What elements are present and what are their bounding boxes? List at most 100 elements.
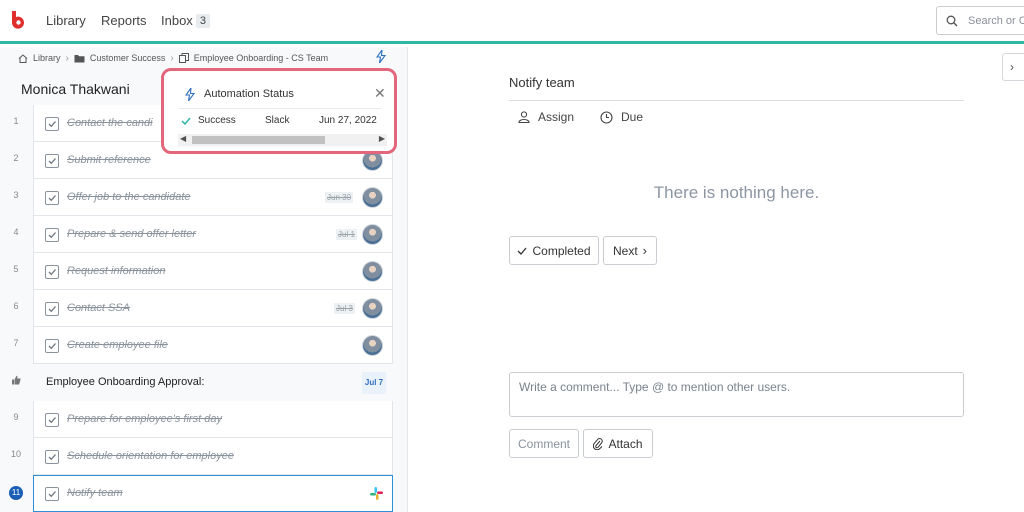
- comment-placeholder: Write a comment... Type @ to mention oth…: [519, 380, 791, 394]
- task-title[interactable]: Employee Onboarding Approval:: [46, 376, 204, 388]
- comment-input[interactable]: Write a comment... Type @ to mention oth…: [509, 372, 964, 417]
- due-date-badge: Jul 7: [362, 372, 386, 394]
- avatar[interactable]: [362, 335, 383, 356]
- check-icon: [48, 195, 56, 202]
- breadcrumb: Library › Customer Success › Employee On…: [18, 51, 328, 65]
- automation-date: Jun 27, 2022: [319, 115, 377, 126]
- task-row[interactable]: 10 Schedule orientation for employee: [0, 438, 408, 475]
- search-input[interactable]: Search or C: [936, 6, 1024, 35]
- completed-label: Completed: [532, 243, 591, 258]
- active-step-badge: 11: [9, 486, 23, 500]
- check-icon: [48, 232, 56, 239]
- task-title[interactable]: Offer job to the candidate: [67, 191, 191, 203]
- approval-task-row[interactable]: Employee Onboarding Approval: Jul 7: [0, 364, 408, 401]
- task-title[interactable]: Request information: [67, 265, 165, 277]
- task-checkbox[interactable]: [45, 265, 59, 279]
- task-number: 1: [13, 116, 19, 126]
- app-logo[interactable]: [10, 11, 25, 29]
- popover-title: Automation Status: [204, 88, 294, 100]
- task-title[interactable]: Prepare for employee's first day: [67, 413, 222, 425]
- folder-icon: [74, 54, 85, 62]
- automation-app: Slack: [265, 115, 290, 126]
- task-checkbox[interactable]: [45, 450, 59, 464]
- due-button[interactable]: Due: [600, 110, 643, 124]
- task-checkbox[interactable]: [45, 487, 59, 501]
- empty-state-text: There is nothing here.: [653, 183, 820, 202]
- check-icon: [48, 343, 56, 350]
- automation-status-popover: Automation Status ✕ Success Slack Jun 27…: [161, 68, 397, 154]
- attach-button[interactable]: Attach: [583, 429, 653, 458]
- task-number: 4: [13, 227, 19, 237]
- nav-inbox[interactable]: Inbox 3: [161, 13, 210, 28]
- scroll-left-icon[interactable]: ◀: [180, 134, 186, 143]
- check-icon: [48, 417, 56, 424]
- task-row[interactable]: 5 Request information: [0, 253, 408, 290]
- horizontal-scrollbar[interactable]: ◀ ▶: [178, 134, 387, 146]
- task-title[interactable]: Notify team: [509, 75, 575, 90]
- task-row[interactable]: 11 Notify team: [0, 475, 408, 512]
- comment-button-label: Comment: [517, 436, 570, 451]
- task-row[interactable]: 7 Create employee file: [0, 327, 408, 364]
- task-number: 3: [13, 190, 19, 200]
- copy-icon: [178, 53, 189, 63]
- task-row[interactable]: 4 Prepare & send offer letter Jul 1: [0, 216, 408, 253]
- avatar[interactable]: [362, 298, 383, 319]
- automation-bolt-icon[interactable]: [376, 50, 386, 63]
- task-title[interactable]: Prepare & send offer letter: [67, 228, 196, 240]
- user-icon: [518, 111, 530, 123]
- task-checkbox[interactable]: [45, 339, 59, 353]
- scrollbar-thumb[interactable]: [192, 136, 325, 144]
- breadcrumb-separator: ›: [65, 52, 69, 64]
- task-title[interactable]: Contact the candi: [67, 117, 153, 129]
- check-icon: [518, 247, 527, 255]
- task-number: [0, 375, 32, 387]
- nav-library[interactable]: Library: [46, 13, 86, 28]
- task-checkbox[interactable]: [45, 228, 59, 242]
- nav-inbox-label: Inbox: [161, 13, 193, 28]
- task-row[interactable]: 9 Prepare for employee's first day: [0, 401, 408, 438]
- task-number: 10: [10, 449, 21, 459]
- close-icon[interactable]: ✕: [374, 85, 386, 102]
- slack-icon: [370, 487, 383, 500]
- search-placeholder: Search or C: [968, 15, 1024, 27]
- task-title[interactable]: Schedule orientation for employee: [67, 450, 234, 462]
- avatar[interactable]: [362, 261, 383, 282]
- task-checkbox[interactable]: [45, 117, 59, 131]
- assign-button[interactable]: Assign: [518, 110, 574, 124]
- scroll-right-icon[interactable]: ▶: [379, 134, 385, 143]
- next-label: Next: [612, 243, 638, 258]
- next-button[interactable]: Next ›: [603, 236, 657, 265]
- divider: [509, 100, 964, 101]
- automation-status: Success: [198, 115, 236, 126]
- task-row[interactable]: 3 Offer job to the candidate Jun 30: [0, 179, 408, 216]
- breadcrumb-checklist[interactable]: Employee Onboarding - CS Team: [194, 53, 328, 63]
- chevron-right-icon: ›: [642, 243, 648, 258]
- task-checkbox[interactable]: [45, 154, 59, 168]
- task-title[interactable]: Contact SSA: [67, 302, 130, 314]
- assign-label: Assign: [538, 110, 575, 124]
- inbox-count-badge: 3: [195, 14, 210, 28]
- task-checkbox[interactable]: [45, 302, 59, 316]
- thumbs-up-icon: [12, 375, 21, 385]
- avatar[interactable]: [362, 187, 383, 208]
- comment-button[interactable]: Comment: [509, 429, 579, 458]
- nav-reports[interactable]: Reports: [101, 13, 147, 28]
- task-number: 7: [13, 338, 19, 348]
- task-row[interactable]: 6 Contact SSA Jul 3: [0, 290, 408, 327]
- check-icon: [48, 491, 56, 498]
- top-nav-bar: Library Reports Inbox 3 Search or C: [0, 0, 1024, 44]
- task-checkbox[interactable]: [45, 413, 59, 427]
- breadcrumb-customer-success[interactable]: Customer Success: [90, 53, 166, 63]
- divider: [178, 108, 382, 109]
- task-title[interactable]: Create employee file: [67, 339, 168, 351]
- collapse-panel-button[interactable]: ›: [1002, 53, 1024, 81]
- task-title[interactable]: Submit reference: [67, 154, 151, 166]
- breadcrumb-library[interactable]: Library: [33, 53, 61, 63]
- due-date-badge: Jul 3: [334, 303, 355, 314]
- completed-button[interactable]: Completed: [509, 236, 599, 265]
- task-title[interactable]: Notify team: [67, 487, 123, 499]
- chevron-right-icon: ›: [1010, 60, 1014, 74]
- task-checkbox[interactable]: [45, 191, 59, 205]
- check-icon: [48, 158, 56, 165]
- avatar[interactable]: [362, 224, 383, 245]
